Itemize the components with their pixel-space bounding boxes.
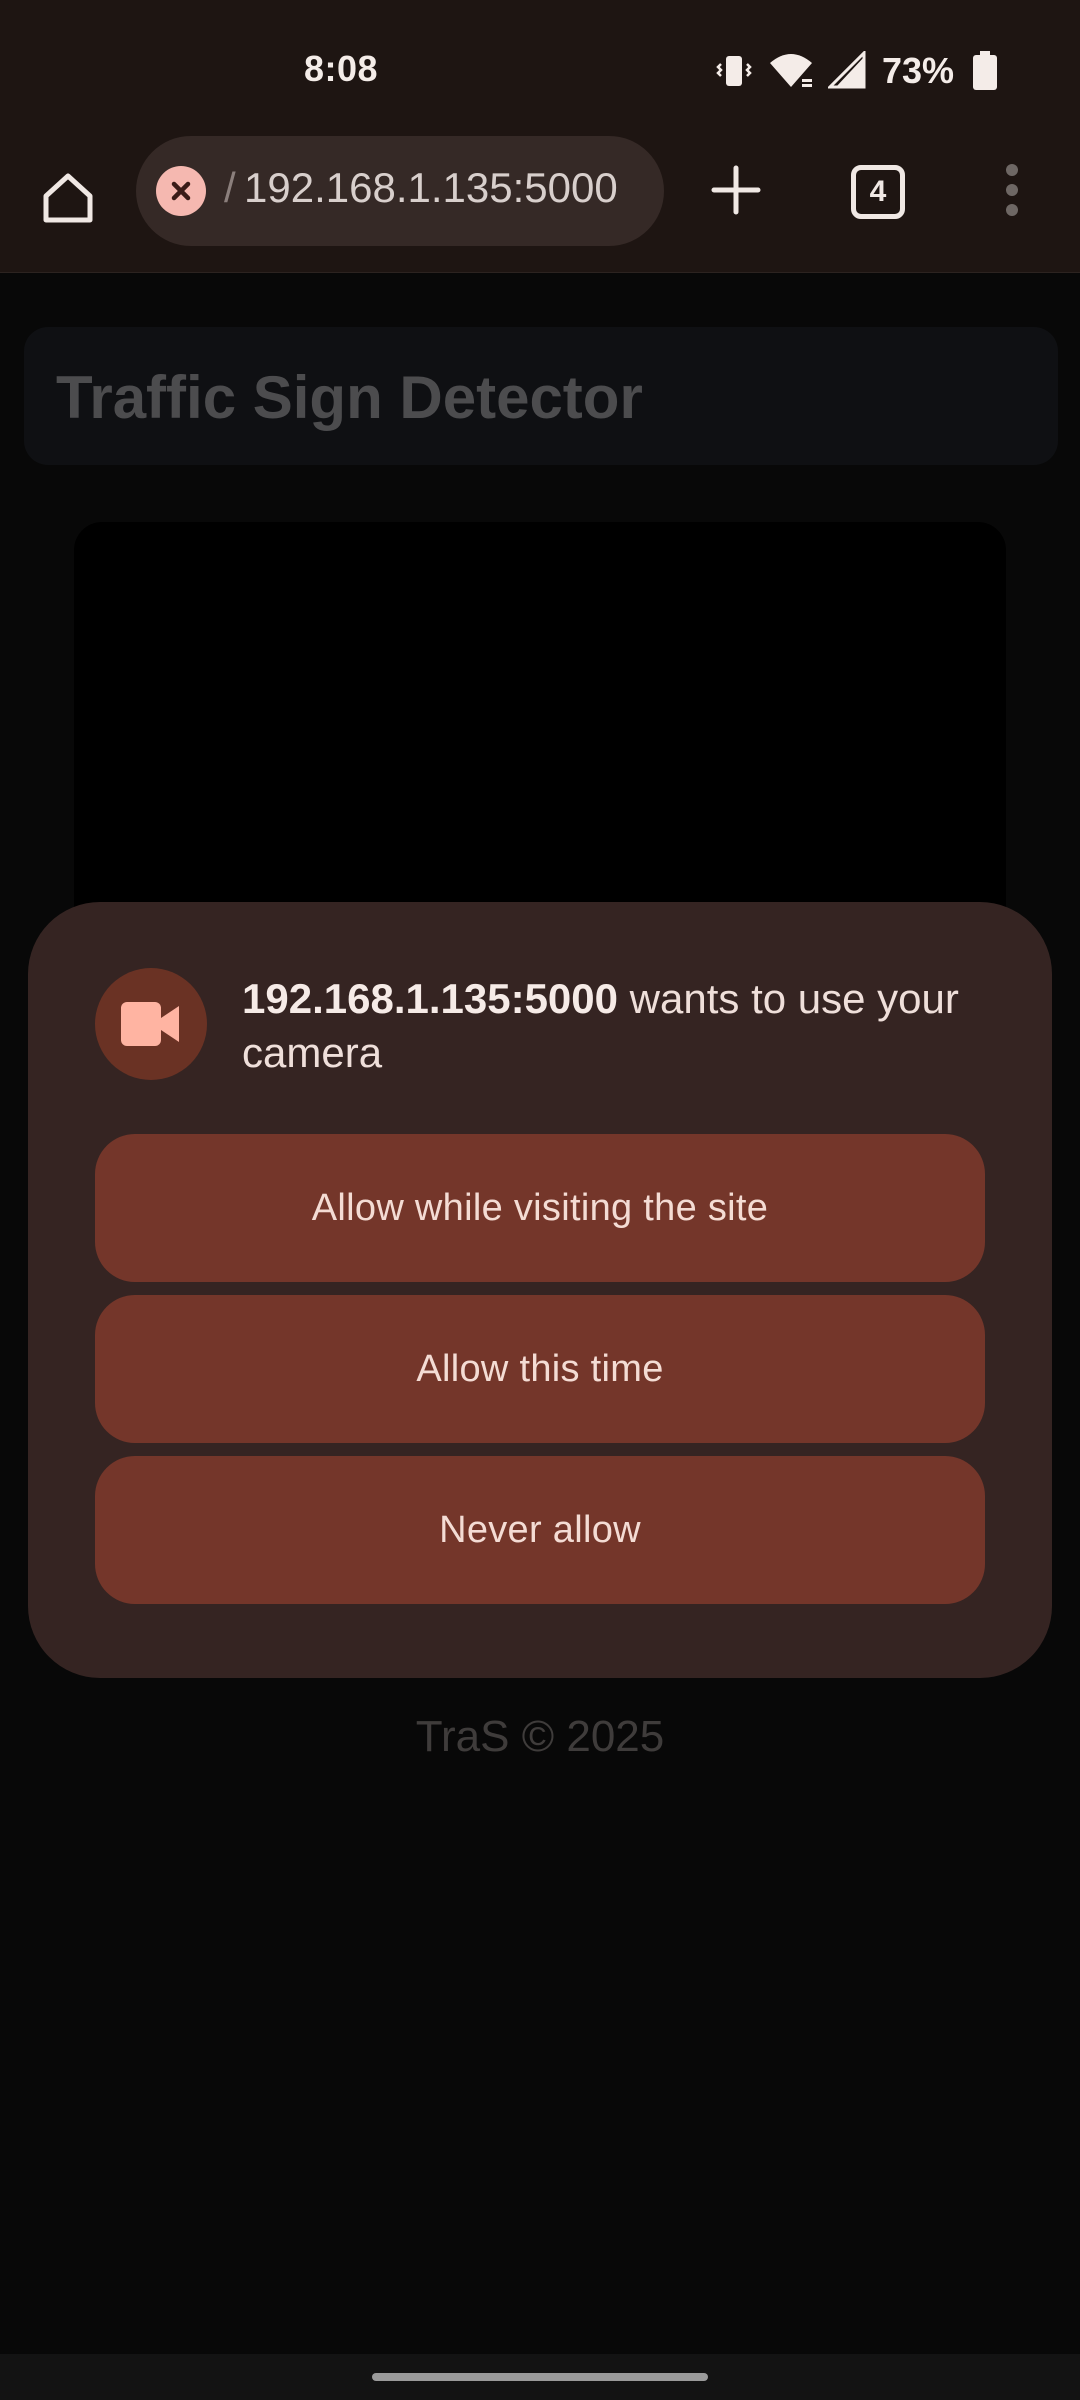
home-icon: [38, 168, 98, 233]
battery-icon: [972, 51, 998, 91]
battery-percent: 73%: [881, 50, 954, 91]
status-bar: 8:08 73%: [0, 0, 1080, 136]
not-secure-icon[interactable]: [156, 166, 206, 216]
gesture-handle[interactable]: [372, 2373, 708, 2381]
permission-message: 192.168.1.135:5000 wants to use your cam…: [242, 972, 1002, 1080]
videocam-icon: [95, 968, 207, 1080]
page-header: Traffic Sign Detector: [24, 327, 1058, 465]
wifi-icon: [768, 51, 814, 91]
plus-icon: [710, 164, 762, 221]
vibrate-icon: [714, 51, 754, 91]
allow-while-visiting-button[interactable]: Allow while visiting the site: [95, 1134, 985, 1282]
url-prefix: /: [224, 164, 236, 211]
screen: 8:08 73% / 192.168.1.135:5000 4 Traffic …: [0, 0, 1080, 2400]
more-menu-button[interactable]: [972, 152, 1052, 232]
tab-switcher-icon: 4: [851, 165, 905, 219]
url-text: 192.168.1.135:5000: [244, 164, 618, 211]
allow-this-time-button[interactable]: Allow this time: [95, 1295, 985, 1443]
omnibox[interactable]: / 192.168.1.135:5000: [136, 136, 664, 246]
cell-signal-icon: [827, 51, 868, 91]
home-button[interactable]: [28, 160, 108, 240]
tab-count: 4: [869, 175, 887, 208]
new-tab-button[interactable]: [696, 152, 776, 232]
never-allow-button[interactable]: Never allow: [95, 1456, 985, 1604]
tab-switcher-button[interactable]: 4: [838, 152, 918, 232]
more-vert-icon: [1002, 162, 1022, 223]
permission-host: 192.168.1.135:5000: [242, 975, 619, 1022]
camera-permission-dialog: 192.168.1.135:5000 wants to use your cam…: [28, 902, 1052, 1678]
status-time: 8:08: [304, 48, 379, 89]
status-icons: 73%: [714, 50, 998, 92]
page-footer: TraS © 2025: [415, 1712, 665, 1761]
page-title: Traffic Sign Detector: [56, 364, 643, 431]
gesture-nav-bar: [0, 2354, 1080, 2400]
